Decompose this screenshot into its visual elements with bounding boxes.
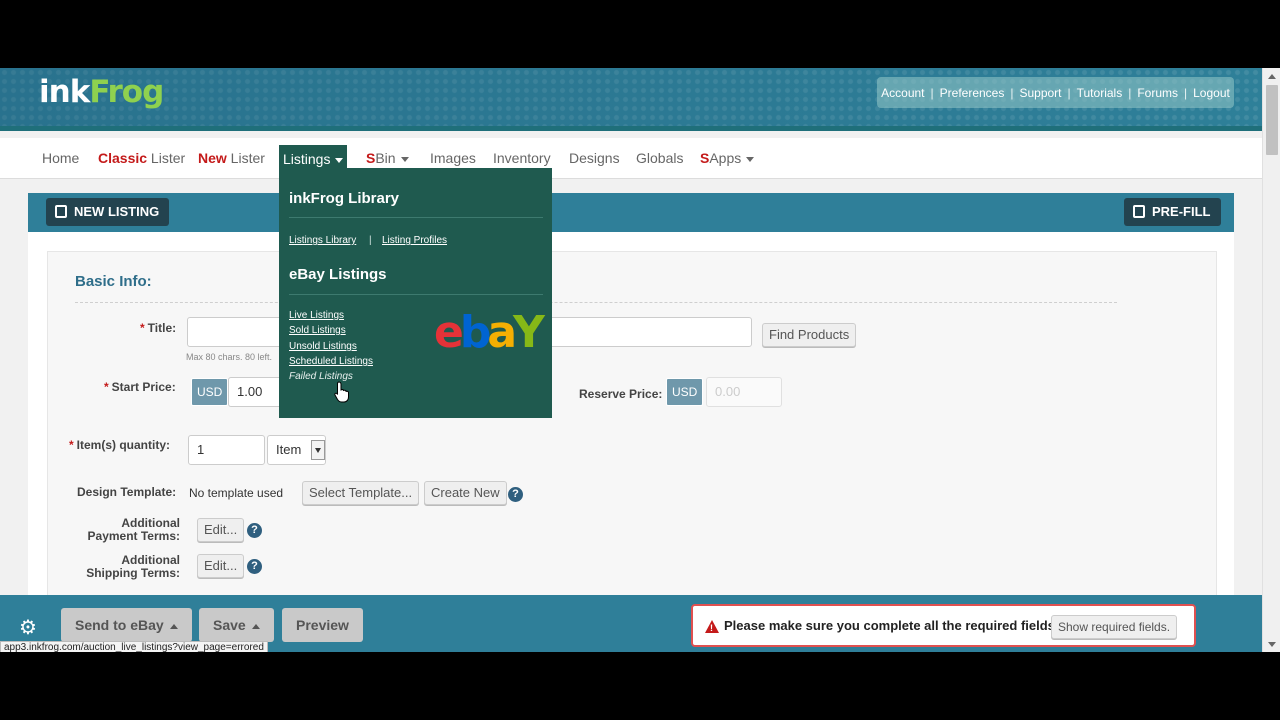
help-icon[interactable]: ? [508, 487, 523, 502]
create-new-button[interactable]: Create New [424, 481, 507, 505]
listing-profiles-link[interactable]: Listing Profiles [382, 235, 447, 246]
hand-cursor-icon [334, 381, 349, 403]
new-listing-button[interactable]: NEW LISTING [46, 198, 170, 226]
chevron-down-icon [746, 156, 755, 162]
preview-button[interactable]: Preview [282, 608, 363, 642]
chevron-up-icon [251, 623, 260, 629]
new-document-icon [55, 205, 67, 218]
reserve-price-label: Reserve Price: [579, 387, 663, 401]
currency-badge: USD [191, 378, 229, 406]
scrollbar-thumb[interactable] [1266, 85, 1278, 155]
nav-classic-lister[interactable]: Classic Lister [98, 138, 185, 179]
support-link[interactable]: Support [1018, 86, 1062, 100]
chevron-up-icon [169, 623, 178, 629]
edit-icon [1133, 205, 1145, 218]
forums-link[interactable]: Forums [1136, 86, 1179, 100]
alert-message: Please make sure you complete all the re… [724, 618, 1055, 633]
inkfrog-logo[interactable]: inkFrog [39, 74, 164, 110]
show-required-fields-button[interactable]: Show required fields. [1051, 615, 1178, 639]
tutorials-link[interactable]: Tutorials [1076, 86, 1124, 100]
chevron-down-icon [400, 156, 409, 162]
nav-sapps[interactable]: SApps [700, 138, 755, 179]
link-separator: | [369, 235, 372, 246]
scheduled-listings-link[interactable]: Scheduled Listings [289, 356, 373, 367]
chevron-down-icon [311, 440, 325, 460]
select-template-button[interactable]: Select Template... [302, 481, 420, 505]
account-links: Account | Preferences | Support | Tutorials… [877, 77, 1234, 108]
ebay-logo: ebaY [434, 307, 545, 358]
preferences-link[interactable]: Preferences [939, 86, 1006, 100]
help-icon[interactable]: ? [247, 559, 262, 574]
nav-home[interactable]: Home [42, 138, 79, 179]
payment-terms-edit-button[interactable]: Edit... [197, 518, 245, 542]
account-link[interactable]: Account [880, 86, 925, 100]
nav-designs[interactable]: Designs [569, 138, 620, 179]
page-scrollbar[interactable] [1262, 68, 1280, 652]
ebay-listings-heading: eBay Listings [289, 266, 387, 283]
nav-new-lister[interactable]: New Lister [198, 138, 265, 179]
quantity-input[interactable]: 1 [188, 435, 265, 465]
start-price-label: * Start Price: [104, 380, 176, 394]
listings-dropdown-menu: inkFrog Library Listings Library | Listi… [279, 168, 552, 418]
divider [75, 302, 1117, 303]
send-to-ebay-button[interactable]: Send to eBay [61, 608, 192, 642]
section-title: Basic Info: [75, 273, 152, 290]
gear-icon[interactable]: ⚙ [19, 618, 37, 638]
unsold-listings-link[interactable]: Unsold Listings [289, 341, 357, 352]
save-button[interactable]: Save [199, 608, 274, 642]
shipping-terms-edit-button[interactable]: Edit... [197, 554, 245, 578]
title-hint: Max 80 chars. 80 left. [186, 352, 273, 362]
listing-panel-header: NEW LISTING PRE-FILL [28, 193, 1234, 232]
chevron-down-icon [335, 157, 344, 163]
reserve-price-input[interactable]: 0.00 [706, 377, 782, 407]
scroll-down-icon[interactable] [1268, 642, 1276, 647]
reserve-currency-badge: USD [666, 378, 704, 406]
prefill-button[interactable]: PRE-FILL [1124, 198, 1221, 226]
shipping-terms-label: Additional Shipping Terms: [86, 553, 180, 580]
quantity-label: * Item(s) quantity: [69, 438, 171, 452]
title-label: * Title: [140, 321, 177, 335]
quantity-unit-select[interactable]: Item [267, 435, 326, 465]
status-bar-url: app3.inkfrog.com/auction_live_listings?v… [0, 641, 268, 652]
listings-library-link[interactable]: Listings Library [289, 235, 356, 246]
logout-link[interactable]: Logout [1192, 86, 1231, 100]
payment-terms-label: Additional Payment Terms: [87, 516, 180, 543]
design-template-label: Design Template: [77, 485, 177, 499]
main-nav: Home Classic Lister New Lister Listings … [0, 138, 1262, 179]
design-template-value: No template used [189, 486, 284, 500]
live-listings-link[interactable]: Live Listings [289, 310, 344, 321]
nav-globals[interactable]: Globals [636, 138, 683, 179]
library-heading: inkFrog Library [289, 190, 400, 207]
required-fields-alert: ! Please make sure you complete all the … [691, 604, 1196, 647]
sold-listings-link[interactable]: Sold Listings [289, 325, 346, 336]
browser-viewport: inkFrog Account | Preferences | Support | T… [0, 68, 1280, 652]
help-icon[interactable]: ? [247, 523, 262, 538]
find-products-button[interactable]: Find Products [762, 323, 857, 347]
scroll-up-icon[interactable] [1268, 74, 1276, 79]
